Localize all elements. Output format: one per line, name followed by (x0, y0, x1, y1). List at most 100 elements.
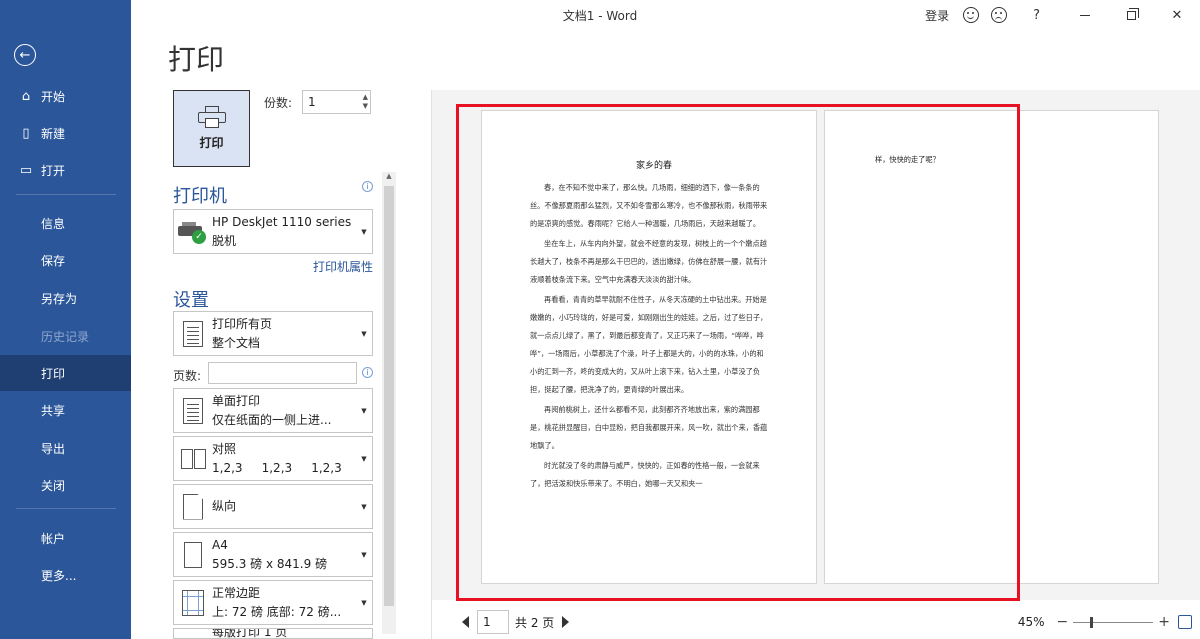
copies-input[interactable]: 1 ▲▼ (302, 90, 371, 114)
copies-value: 1 (308, 95, 316, 109)
print-preview[interactable]: 家乡的春 春，在不知不觉中来了，那么快。几场雨，细细的洒下，像一条条的丝。不像那… (432, 90, 1200, 600)
setting-line2: 仅在纸面的一侧上进... (212, 411, 356, 430)
print-range-dropdown[interactable]: 打印所有页 整个文档 ▼ (173, 311, 373, 356)
scroll-up-icon[interactable]: ▲ (382, 172, 396, 180)
chevron-down-icon: ▼ (356, 407, 372, 415)
chevron-down-icon: ▼ (356, 455, 372, 463)
setting-line1: 打印所有页 (212, 315, 356, 334)
preview-page-1: 家乡的春 春，在不知不觉中来了，那么快。几场雨，细细的洒下，像一条条的丝。不像那… (481, 110, 817, 584)
collate-dropdown[interactable]: 对照 1,2,3 1,2,3 1,2,3 ▼ (173, 436, 373, 481)
chevron-down-icon: ▼ (356, 551, 372, 559)
nav-item-2[interactable]: ▭打开 (0, 152, 131, 188)
all-pages-icon (183, 321, 203, 347)
paragraph: 再看看，青青的草早就耐不住性子，从冬天冻硬的土中钻出来。开始是嫩嫩的，小巧玲珑的… (530, 291, 770, 399)
paper-size-dropdown[interactable]: A4 595.3 磅 x 841.9 磅 ▼ (173, 532, 373, 577)
nav-item-label: 打开 (41, 162, 65, 179)
backstage-nav: ← ⌂ 开始 ▯新建▭打开信息保存另存为历史记录打印共享导出关闭帐户更多... (0, 0, 131, 639)
nav-item-9[interactable]: 导出 (0, 430, 131, 466)
zoom-in-icon[interactable]: + (1158, 614, 1170, 630)
nav-item-label: 开始 (41, 88, 65, 105)
nav-item-6: 历史记录 (0, 318, 131, 354)
zoom-slider[interactable] (1073, 622, 1153, 623)
zoom-slider-knob[interactable] (1090, 617, 1093, 628)
collate-icon (181, 449, 206, 469)
setting-line2: 整个文档 (212, 334, 356, 353)
minimize-button[interactable] (1062, 0, 1108, 30)
nav-item-label: 历史记录 (41, 328, 89, 345)
nav-item-1[interactable]: ▯新建 (0, 115, 131, 151)
home-icon: ⌂ (18, 89, 34, 104)
nav-item-5[interactable]: 另存为 (0, 280, 131, 316)
setting-line1: 每版打印 1 页 (212, 628, 372, 639)
printer-info-icon[interactable]: i (362, 181, 373, 192)
previous-page-icon[interactable] (462, 616, 469, 628)
close-button[interactable]: ✕ (1154, 0, 1200, 30)
nav-item-12[interactable]: 更多... (0, 557, 131, 593)
setting-line2: 上: 72 磅 底部: 72 磅... (212, 603, 356, 622)
pages-per-sheet-dropdown[interactable]: 每版打印 1 页 (173, 628, 373, 639)
current-page-input[interactable]: 1 (477, 610, 509, 634)
printer-ready-icon: ✓ (178, 220, 208, 244)
zoom-percent[interactable]: 45% (1018, 615, 1045, 629)
nav-item-4[interactable]: 保存 (0, 242, 131, 278)
setting-line1: 正常边距 (212, 584, 356, 603)
minimize-icon (1080, 15, 1090, 16)
page-title: 打印 (168, 38, 224, 78)
setting-line1: 纵向 (212, 497, 356, 516)
nav-item-label: 打印 (41, 365, 65, 382)
smile-feedback-icon[interactable] (963, 7, 979, 23)
title-bar: 文档1 - Word 登录 ? ✕ (131, 0, 1200, 30)
nav-item-label: 另存为 (41, 290, 77, 307)
copies-spinner[interactable]: ▲▼ (363, 93, 368, 111)
print-button-label: 打印 (199, 134, 223, 151)
restore-icon (1127, 11, 1136, 20)
printer-properties-link[interactable]: 打印机属性 (313, 258, 373, 275)
zoom-out-icon[interactable]: − (1057, 614, 1069, 630)
fit-to-window-icon[interactable] (1178, 615, 1192, 629)
pages-label: 页数: (173, 367, 201, 384)
print-button[interactable]: 打印 (173, 90, 250, 167)
paragraph: 春，在不知不觉中来了，那么快。几场雨，细细的洒下，像一条条的丝。不像那夏雨那么猛… (530, 179, 770, 233)
nav-item-label: 导出 (41, 440, 65, 457)
nav-item-label: 帐户 (41, 530, 65, 547)
back-arrow-icon[interactable]: ← (14, 44, 36, 66)
nav-item-7[interactable]: 打印 (0, 355, 131, 391)
printer-icon (198, 106, 226, 128)
margins-icon (182, 590, 204, 616)
printer-heading: 打印机 (173, 182, 227, 208)
paragraph: 坐在车上，从车内向外望，就会不经意的发现，树枝上的一个个嫩点越长越大了，枝条不再… (530, 235, 770, 289)
orientation-dropdown[interactable]: 纵向 ▼ (173, 484, 373, 529)
pages-info-icon[interactable]: i (362, 367, 373, 378)
preview-page-2: 样，快快的走了呢？ (824, 110, 1159, 584)
settings-heading: 设置 (173, 286, 209, 312)
help-icon[interactable]: ? (1033, 8, 1040, 23)
frown-feedback-icon[interactable] (991, 7, 1007, 23)
nav-item-8[interactable]: 共享 (0, 392, 131, 428)
paragraph: 时光就没了冬的肃静与威严，快快的，正如春的性格一般，一会就来了，把活泼和快乐带来… (530, 457, 770, 493)
current-page-value: 1 (483, 615, 491, 629)
nav-item-10[interactable]: 关闭 (0, 467, 131, 503)
duplex-dropdown[interactable]: 单面打印 仅在纸面的一侧上进... ▼ (173, 388, 373, 433)
setting-line2: 595.3 磅 x 841.9 磅 (212, 555, 356, 574)
next-page-icon[interactable] (562, 616, 569, 628)
chevron-down-icon: ▼ (356, 599, 372, 607)
total-pages: 共 2 页 (515, 614, 554, 631)
copies-label: 份数: (264, 94, 292, 111)
chevron-down-icon: ▼ (356, 330, 372, 338)
settings-scrollbar[interactable]: ▲ (382, 172, 396, 634)
nav-separator (16, 508, 116, 509)
pages-input[interactable] (208, 362, 357, 384)
margins-dropdown[interactable]: 正常边距 上: 72 磅 底部: 72 磅... ▼ (173, 580, 373, 625)
scrollbar-thumb[interactable] (384, 186, 394, 606)
sign-in-link[interactable]: 登录 (925, 7, 949, 24)
nav-separator (16, 194, 116, 195)
setting-line1: 单面打印 (212, 392, 356, 411)
nav-item-11[interactable]: 帐户 (0, 520, 131, 556)
paper-size-icon (184, 542, 202, 568)
nav-item-3[interactable]: 信息 (0, 205, 131, 241)
nav-item-0[interactable]: ⌂ 开始 (0, 78, 131, 114)
nav-item-label: 更多... (41, 567, 76, 584)
chevron-down-icon: ▼ (356, 228, 372, 236)
printer-dropdown[interactable]: ✓ HP DeskJet 1110 series 脱机 ▼ (173, 209, 373, 254)
restore-button[interactable] (1108, 0, 1154, 30)
